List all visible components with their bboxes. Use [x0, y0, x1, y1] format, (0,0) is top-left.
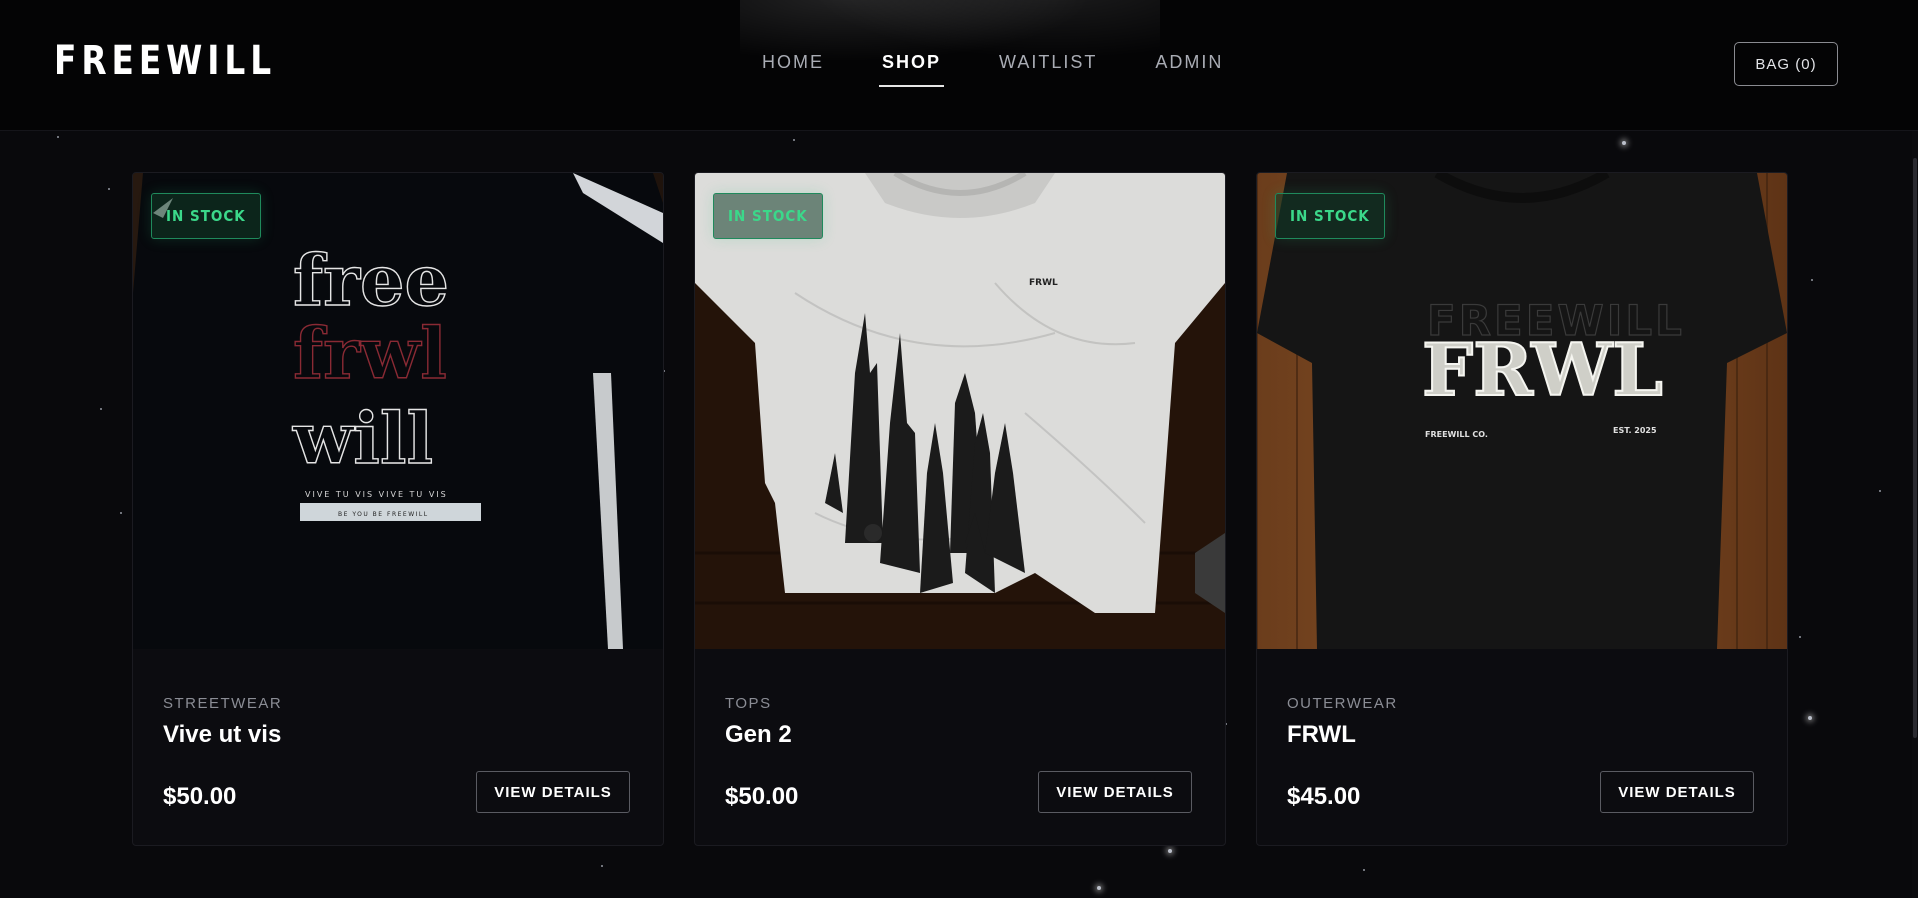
- print-tag: BE YOU BE FREEWILL: [338, 511, 429, 518]
- brand-logo[interactable]: FREEWILL: [54, 38, 276, 84]
- product-card[interactable]: FREEWILL FRWL FREEWILL CO. EST. 2025 IN …: [1256, 172, 1788, 846]
- product-category: OUTERWEAR: [1287, 695, 1398, 712]
- product-image-frwl[interactable]: FREEWILL FRWL FREEWILL CO. EST. 2025 IN …: [1257, 173, 1787, 649]
- product-category: TOPS: [725, 695, 772, 712]
- product-info: TOPS Gen 2 $50.00 VIEW DETAILS: [695, 649, 1225, 845]
- product-info: OUTERWEAR FRWL $45.00 VIEW DETAILS: [1257, 649, 1787, 845]
- nav-shop[interactable]: SHOP: [878, 52, 945, 87]
- print-tag: FRWL: [1029, 278, 1058, 288]
- product-price: $45.00: [1287, 783, 1361, 810]
- view-details-button[interactable]: VIEW DETAILS: [476, 771, 630, 813]
- bag-button[interactable]: BAG (0): [1734, 42, 1838, 86]
- print-right: EST. 2025: [1613, 426, 1657, 435]
- product-info: STREETWEAR Vive ut vis $50.00 VIEW DETAI…: [133, 649, 663, 845]
- product-name[interactable]: Gen 2: [725, 721, 792, 749]
- stock-badge: IN STOCK: [713, 193, 823, 239]
- product-image-gen-2[interactable]: FRWL IN STOCK: [695, 173, 1225, 649]
- product-image-vive-ut-vis[interactable]: free frwl will VIVE TU VIS VIVE TU VIS B…: [133, 173, 663, 649]
- print-text-will: will: [292, 397, 433, 480]
- nav-home[interactable]: HOME: [762, 52, 824, 87]
- product-name[interactable]: Vive ut vis: [163, 721, 281, 749]
- scrollbar-thumb[interactable]: [1913, 158, 1917, 738]
- print-text-free: free: [293, 239, 449, 322]
- print-line: VIVE TU VIS VIVE TU VIS: [305, 490, 448, 499]
- nav-waitlist[interactable]: WAITLIST: [999, 52, 1097, 87]
- print-text-frwl: frwl: [293, 312, 447, 395]
- product-name[interactable]: FRWL: [1287, 721, 1356, 749]
- view-details-button[interactable]: VIEW DETAILS: [1600, 771, 1754, 813]
- stock-badge: IN STOCK: [151, 193, 261, 239]
- stock-badge: IN STOCK: [1275, 193, 1385, 239]
- product-grid: free frwl will VIVE TU VIS VIVE TU VIS B…: [132, 172, 1788, 846]
- nav-admin[interactable]: ADMIN: [1155, 52, 1223, 87]
- product-price: $50.00: [725, 783, 799, 810]
- site-header: FREEWILL HOME SHOP WAITLIST ADMIN BAG (0…: [0, 0, 1918, 131]
- product-category: STREETWEAR: [163, 695, 283, 712]
- product-price: $50.00: [163, 783, 237, 810]
- print-main: FRWL: [1422, 327, 1663, 412]
- product-card[interactable]: FRWL IN STOCK TOPS Gen 2 $50.00 VIEW DET…: [694, 172, 1226, 846]
- product-card[interactable]: free frwl will VIVE TU VIS VIVE TU VIS B…: [132, 172, 664, 846]
- main-nav: HOME SHOP WAITLIST ADMIN: [762, 52, 1223, 87]
- view-details-button[interactable]: VIEW DETAILS: [1038, 771, 1192, 813]
- print-left: FREEWILL CO.: [1425, 430, 1488, 439]
